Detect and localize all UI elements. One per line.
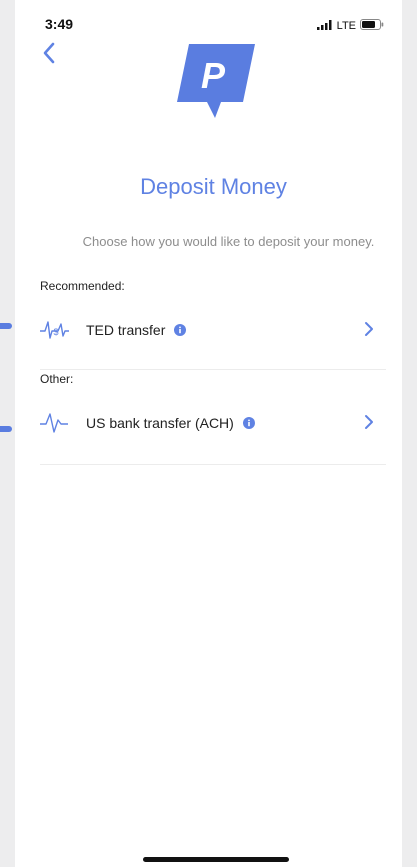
option-label-ach: US bank transfer (ACH) (86, 415, 234, 431)
page-title: Deposit Money (140, 174, 287, 199)
edge-marker (0, 323, 12, 329)
option-label-ted: TED transfer (86, 322, 166, 338)
chevron-left-icon (42, 42, 56, 69)
signal-icon (316, 17, 333, 35)
logo-letter: P (201, 55, 226, 96)
network-type: LTE (336, 20, 356, 32)
info-icon[interactable] (174, 324, 187, 336)
svg-text:$: $ (53, 327, 58, 337)
chevron-right-icon (364, 321, 374, 342)
page-subtitle: Choose how you would like to deposit you… (82, 234, 375, 249)
home-indicator[interactable] (143, 857, 289, 862)
battery-icon (360, 17, 384, 35)
section-label-other: Other: (40, 372, 74, 386)
app-logo: P (175, 40, 259, 129)
dollar-pulse-icon: $ (40, 318, 70, 342)
divider (40, 464, 386, 465)
deposit-option-ted[interactable]: $ TED transfer (40, 307, 386, 353)
divider (40, 369, 386, 370)
back-button[interactable] (37, 42, 61, 68)
status-time: 3:49 (45, 16, 74, 32)
status-indicators: LTE (316, 17, 384, 35)
section-label-recommended: Recommended: (40, 279, 125, 293)
edge-marker (0, 426, 12, 432)
pulse-icon (40, 411, 70, 435)
deposit-option-ach[interactable]: US bank transfer (ACH) (40, 400, 386, 446)
chevron-right-icon (364, 414, 374, 435)
phone-screen: 3:49 LTE P Deposit Money Choose how you … (15, 0, 402, 867)
info-icon[interactable] (242, 417, 255, 429)
